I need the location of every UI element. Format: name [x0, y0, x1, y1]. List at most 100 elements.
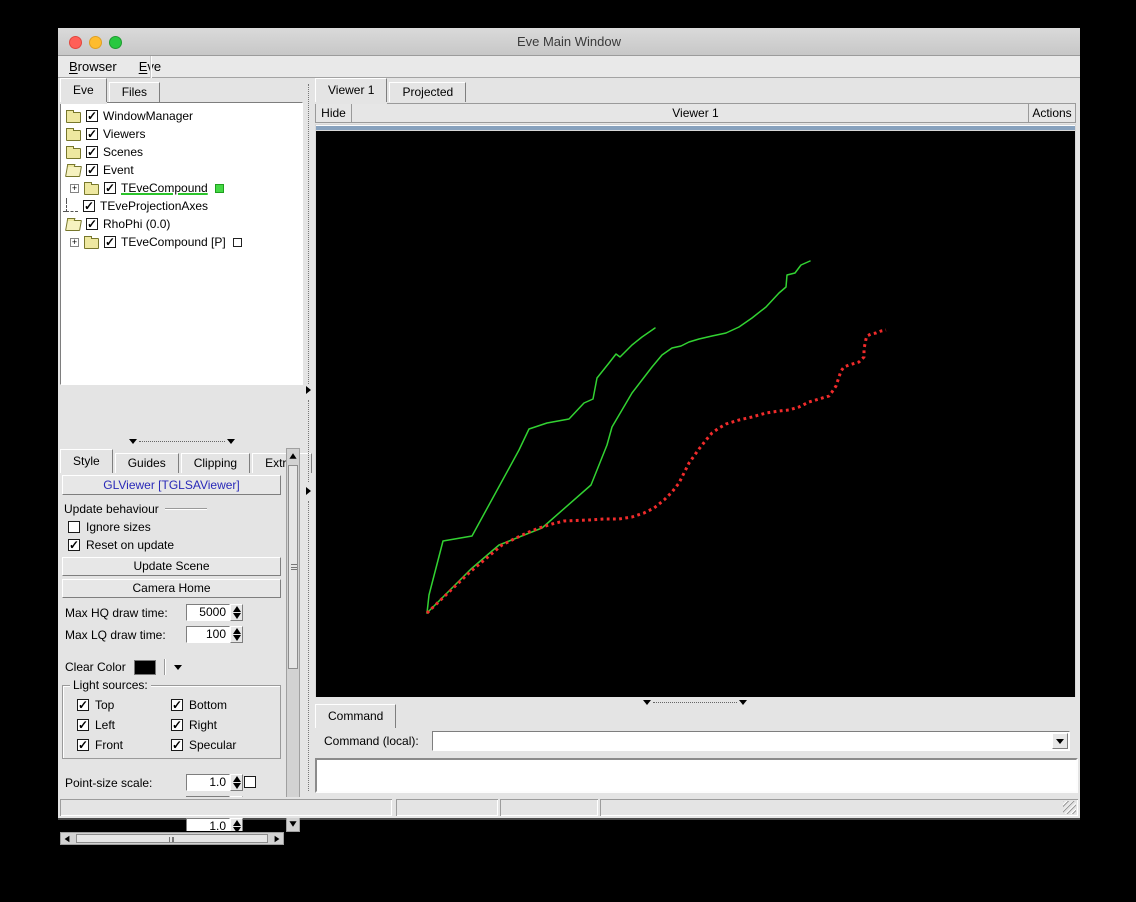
scroll-up-icon[interactable]	[287, 450, 299, 462]
spin-down-icon[interactable]	[232, 613, 241, 620]
spin-up-icon[interactable]	[232, 605, 241, 612]
spinner-value[interactable]: 1.0	[186, 774, 230, 791]
checkbox[interactable]	[68, 521, 80, 533]
spin-down-icon[interactable]	[232, 783, 241, 790]
tree-item-label[interactable]: WindowManager	[103, 109, 193, 123]
checkbox[interactable]	[68, 539, 80, 551]
light-right[interactable]: Right	[171, 715, 265, 735]
splitter-arrow-icon	[306, 487, 311, 495]
checkbox[interactable]	[171, 719, 183, 731]
browser-tab-eve[interactable]: Eve	[60, 78, 107, 102]
tree-item-label[interactable]: TEveProjectionAxes	[100, 199, 208, 213]
browser-tab-files[interactable]: Files	[108, 82, 161, 102]
checkbox[interactable]	[244, 776, 256, 788]
splitter-arrow-icon	[739, 700, 747, 705]
tree-item-teveprojectionaxes[interactable]: TEveProjectionAxes	[61, 197, 302, 215]
light-sources-grid: Top Bottom Left Right Front Specular	[77, 695, 273, 755]
actions-button[interactable]: Actions	[1028, 104, 1075, 122]
close-button[interactable]	[69, 36, 82, 49]
option-ignore-sizes[interactable]: Ignore sizes	[68, 519, 151, 535]
tree-item-checkbox[interactable]	[86, 110, 98, 122]
tree-item-checkbox[interactable]	[86, 218, 98, 230]
command-row: Command (local):	[315, 730, 1078, 752]
hide-button[interactable]: Hide	[316, 104, 352, 122]
light-top[interactable]: Top	[77, 695, 171, 715]
spinner-value[interactable]: 1.0	[186, 818, 230, 831]
tree-item-checkbox[interactable]	[104, 182, 116, 194]
tree-item-event[interactable]: Event	[61, 161, 302, 179]
tree-item-label[interactable]: TEveCompound	[121, 181, 208, 195]
menu-browser[interactable]: Browser	[58, 56, 128, 78]
spin-up-icon[interactable]	[232, 819, 241, 826]
update-behaviour-label: Update behaviour	[64, 502, 159, 516]
tree-item-checkbox[interactable]	[83, 200, 95, 212]
panel-splitter[interactable]	[305, 78, 313, 797]
checkbox[interactable]	[171, 739, 183, 751]
spinner-value[interactable]: 5000	[186, 604, 230, 621]
scrollbar-thumb[interactable]	[288, 465, 298, 669]
light-label: Front	[95, 738, 124, 752]
editor-vertical-scrollbar[interactable]	[286, 448, 300, 832]
field-label: Max LQ draw time:	[65, 628, 166, 642]
checkbox[interactable]	[171, 699, 183, 711]
scroll-right-icon[interactable]	[271, 833, 283, 845]
scroll-left-icon[interactable]	[61, 833, 73, 845]
tree-style-splitter[interactable]	[129, 439, 235, 444]
tree-item-checkbox[interactable]	[86, 164, 98, 176]
tree-item-checkbox[interactable]	[86, 128, 98, 140]
tree-item-windowmanager[interactable]: WindowManager	[61, 107, 302, 125]
tree-item-label[interactable]: RhoPhi (0.0)	[103, 217, 170, 231]
command-tab-command[interactable]: Command	[315, 704, 397, 728]
number-spinner: 5000	[186, 604, 243, 621]
resize-grip[interactable]	[1063, 801, 1076, 814]
tree-item-checkbox[interactable]	[86, 146, 98, 158]
checkbox[interactable]	[77, 699, 89, 711]
viewer-tab-projected[interactable]: Projected	[389, 82, 467, 102]
light-specular[interactable]: Specular	[171, 735, 265, 755]
command-input[interactable]	[432, 731, 1070, 751]
tree-item-label[interactable]: Scenes	[103, 145, 143, 159]
editor-tab-extras[interactable]: Extras	[252, 453, 313, 473]
scroll-down-icon[interactable]	[287, 818, 299, 830]
expand-icon[interactable]: +	[70, 237, 79, 247]
light-left[interactable]: Left	[77, 715, 171, 735]
tree-item-tevecompound[interactable]: + TEveCompound	[61, 179, 302, 197]
update-scene-button[interactable]: Update Scene	[62, 557, 281, 576]
glviewer-object-button[interactable]: GLViewer [TGLSAViewer]	[62, 475, 281, 495]
tree-item-label[interactable]: TEveCompound [P]	[121, 235, 226, 249]
editor-tab-clipping[interactable]: Clipping	[180, 453, 251, 473]
checkbox[interactable]	[77, 739, 89, 751]
tree-item-viewers[interactable]: Viewers	[61, 125, 302, 143]
viewer-command-splitter[interactable]	[643, 700, 747, 705]
minimize-button[interactable]	[89, 36, 102, 49]
expand-icon[interactable]: +	[70, 183, 79, 193]
splitter-dotline	[308, 84, 309, 384]
camera-home-button[interactable]: Camera Home	[62, 579, 281, 598]
viewer-tab-viewer-1[interactable]: Viewer 1	[315, 78, 388, 102]
checkbox[interactable]	[77, 719, 89, 731]
tree-item-scenes[interactable]: Scenes	[61, 143, 302, 161]
tree-item-rhophi-0-0[interactable]: RhoPhi (0.0)	[61, 215, 302, 233]
editor-tab-guides[interactable]: Guides	[114, 453, 179, 473]
menubar-separator	[150, 56, 152, 78]
spin-down-icon[interactable]	[232, 635, 241, 642]
command-dropdown-button[interactable]	[1052, 733, 1068, 749]
zoom-button[interactable]	[109, 36, 122, 49]
clear-color-dropdown-icon[interactable]	[173, 664, 182, 670]
tree-item-label[interactable]: Viewers	[103, 127, 145, 141]
gl-canvas[interactable]	[316, 131, 1075, 697]
editor-horizontal-scrollbar[interactable]	[60, 832, 284, 845]
tree-item-checkbox[interactable]	[104, 236, 116, 248]
tree-item-label[interactable]: Event	[103, 163, 134, 177]
spin-down-icon[interactable]	[232, 827, 241, 831]
spin-up-icon[interactable]	[232, 775, 241, 782]
spinner-value[interactable]: 100	[186, 626, 230, 643]
light-bottom[interactable]: Bottom	[171, 695, 265, 715]
tree-item-tevecompound-p[interactable]: + TEveCompound [P]	[61, 233, 302, 251]
option-reset-on-update[interactable]: Reset on update	[68, 537, 174, 553]
clear-color-swatch[interactable]	[133, 659, 156, 675]
light-front[interactable]: Front	[77, 735, 171, 755]
scrollbar-thumb[interactable]	[76, 834, 268, 843]
editor-tab-style[interactable]: Style	[60, 449, 113, 473]
spin-up-icon[interactable]	[232, 627, 241, 634]
